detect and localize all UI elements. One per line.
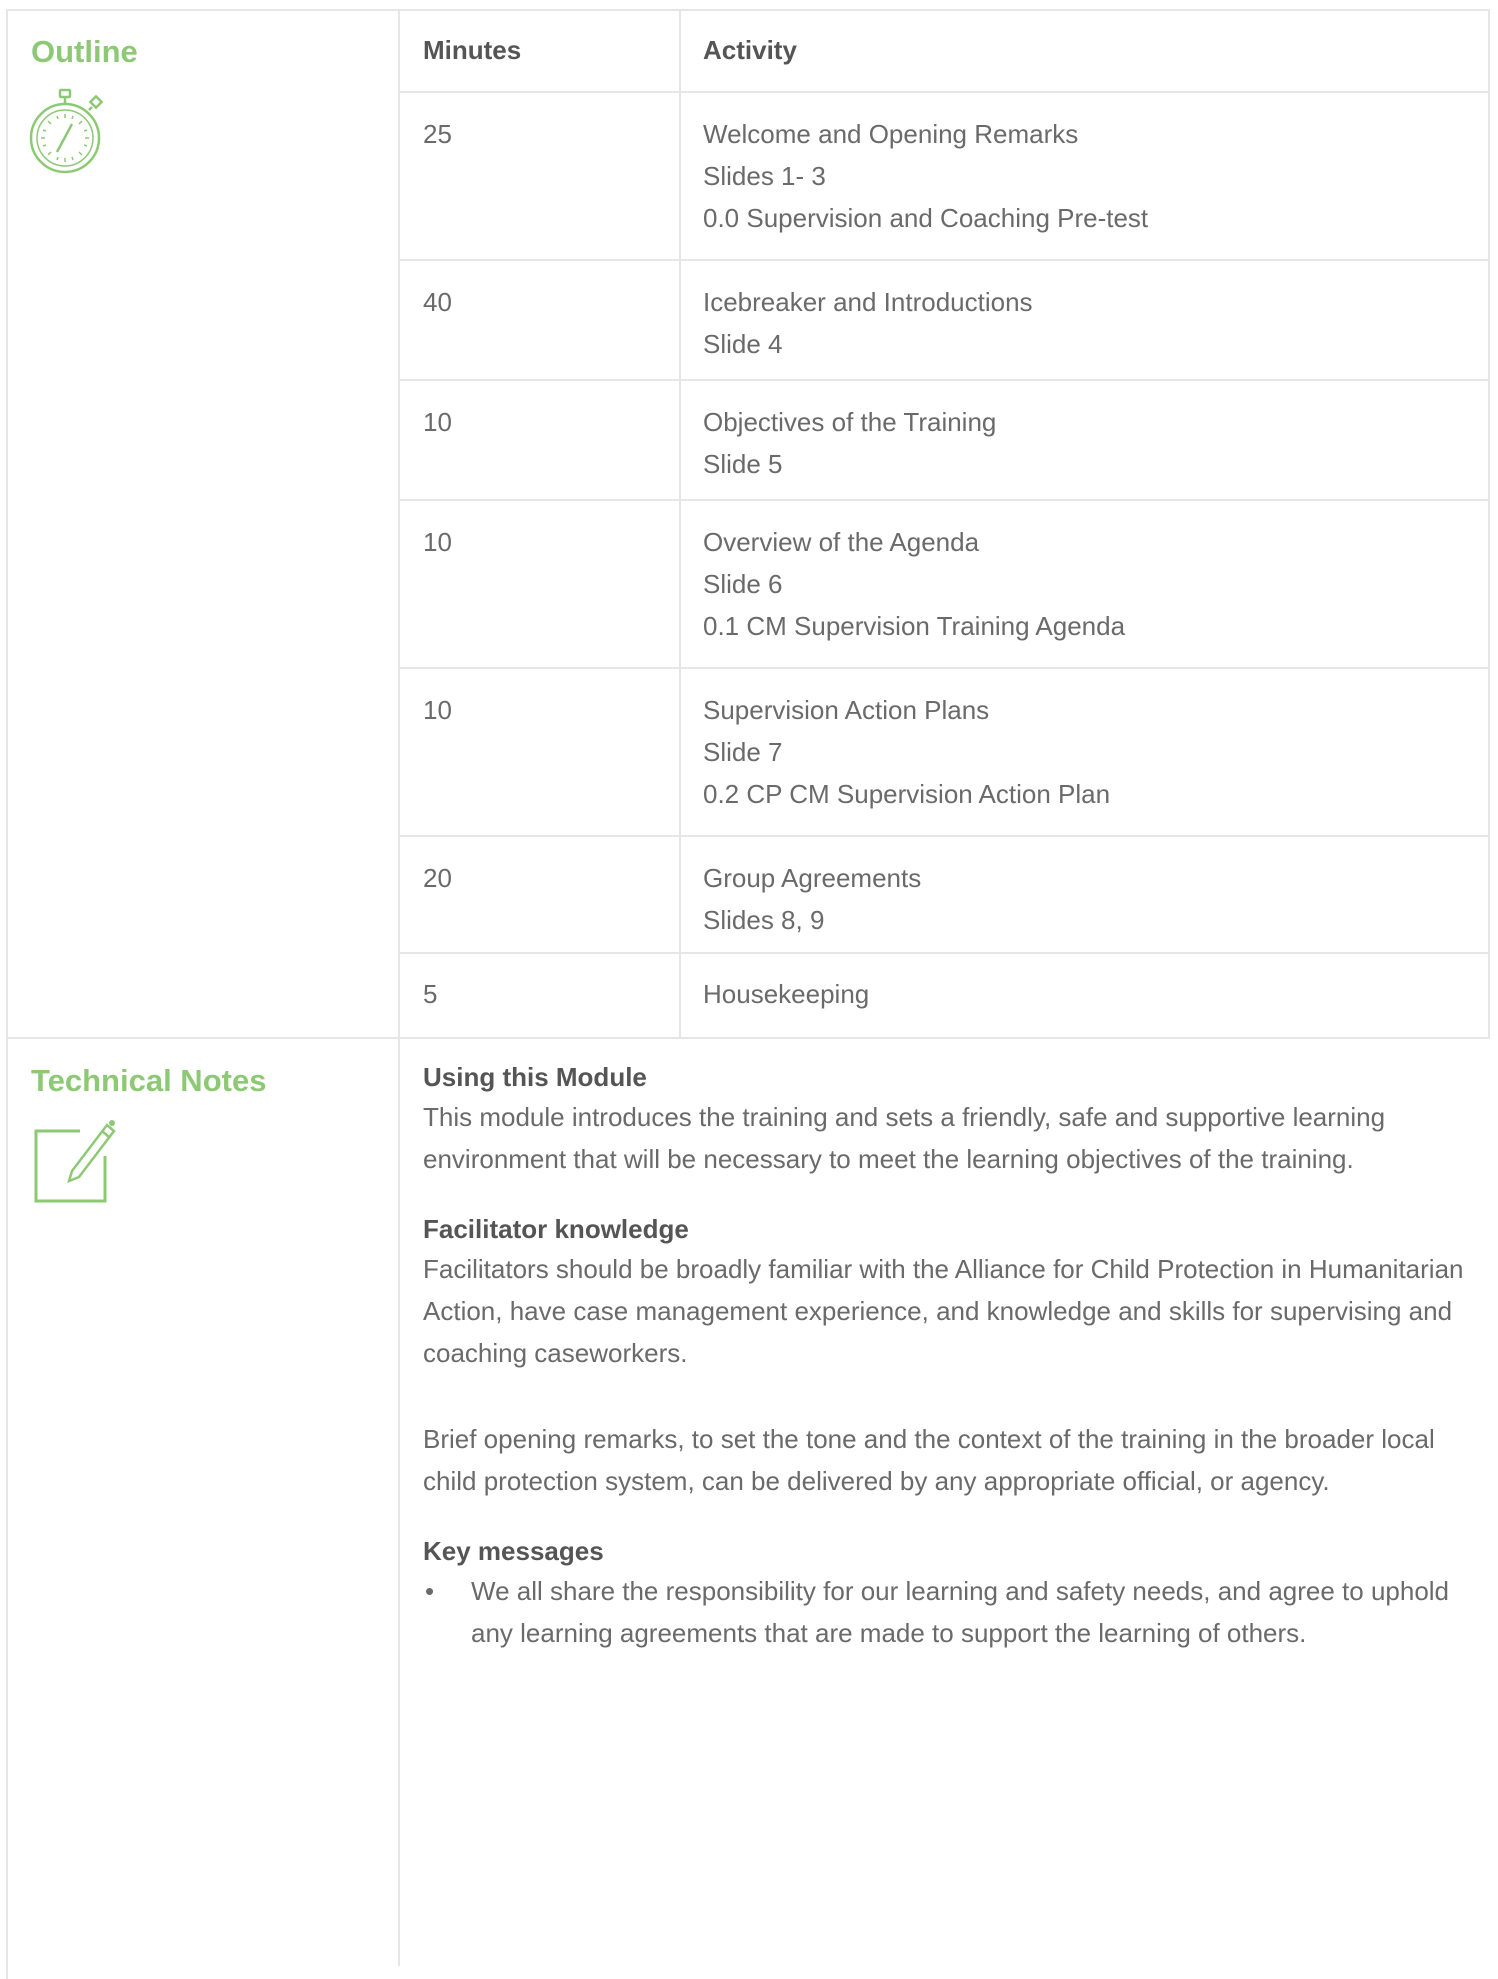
technical-notes-body: Using this Module This module introduces… <box>423 1058 1468 1654</box>
activity-title: Icebreaker and Introductions <box>703 287 1033 317</box>
activity-slides: Slides 1- 3 <box>703 161 826 191</box>
row-5-minutes: 10 <box>423 695 452 725</box>
row-divider <box>400 952 1490 954</box>
facilitator-knowledge-text: Facilitators should be broadly familiar … <box>423 1254 1464 1368</box>
column-divider-left <box>398 9 400 1966</box>
activity-slides: Slide 6 <box>703 569 783 599</box>
row-divider <box>400 499 1490 501</box>
row-2-minutes: 40 <box>423 287 452 317</box>
technical-notes-title: Technical Notes <box>31 1063 267 1098</box>
activity-handout: 0.0 Supervision and Coaching Pre-test <box>703 203 1149 233</box>
activity-title: Group Agreements <box>703 863 922 893</box>
row-divider <box>400 91 1490 93</box>
row-3-activity: Objectives of the Training Slide 5 <box>703 401 996 485</box>
opening-remarks-text: Brief opening remarks, to set the tone a… <box>423 1424 1435 1496</box>
activity-slides: Slide 5 <box>703 449 783 479</box>
activity-title: Overview of the Agenda <box>703 527 980 557</box>
activity-handout: 0.1 CM Supervision Training Agenda <box>703 611 1126 641</box>
activity-title: Welcome and Opening Remarks <box>703 119 1079 149</box>
row-1-activity: Welcome and Opening Remarks Slides 1- 3 … <box>703 113 1148 239</box>
activity-slides: Slides 8, 9 <box>703 905 825 935</box>
row-1-minutes: 25 <box>423 119 452 149</box>
edit-note-icon <box>34 1120 116 1203</box>
activity-title: Supervision Action Plans <box>703 695 990 725</box>
row-divider <box>400 835 1490 837</box>
using-module-heading: Using this Module <box>423 1062 647 1092</box>
stopwatch-icon <box>29 88 104 174</box>
activity-title: Housekeeping <box>703 979 870 1009</box>
key-message-text: We all share the responsibility for our … <box>471 1576 1450 1648</box>
header-minutes: Minutes <box>423 35 522 65</box>
row-4-activity: Overview of the Agenda Slide 6 0.1 CM Su… <box>703 521 1125 647</box>
row-4-minutes: 10 <box>423 527 452 557</box>
row-3-minutes: 10 <box>423 407 452 437</box>
row-5-activity: Supervision Action Plans Slide 7 0.2 CP … <box>703 689 1110 815</box>
facilitator-knowledge-heading: Facilitator knowledge <box>423 1214 689 1244</box>
activity-title: Objectives of the Training <box>703 407 997 437</box>
row-divider <box>400 379 1490 381</box>
key-messages-heading: Key messages <box>423 1536 604 1566</box>
row-divider <box>400 259 1490 261</box>
using-module-text: This module introduces the training and … <box>423 1102 1386 1174</box>
row-2-activity: Icebreaker and Introductions Slide 4 <box>703 281 1033 365</box>
row-6-activity: Group Agreements Slides 8, 9 <box>703 857 921 941</box>
bullet-icon: • <box>425 1576 435 1606</box>
row-7-minutes: 5 <box>423 979 438 1009</box>
section-divider <box>6 1037 1490 1039</box>
activity-slides: Slide 7 <box>703 737 783 767</box>
activity-handout: 0.2 CP CM Supervision Action Plan <box>703 779 1111 809</box>
column-divider-table <box>679 9 681 1039</box>
row-divider <box>400 667 1490 669</box>
outline-title: Outline <box>31 34 138 69</box>
table-right-border <box>1488 9 1490 1039</box>
key-message-item: • We all share the responsibility for ou… <box>423 1570 1468 1654</box>
header-activity: Activity <box>703 35 797 65</box>
row-6-minutes: 20 <box>423 863 452 893</box>
activity-slides: Slide 4 <box>703 329 783 359</box>
row-7-activity: Housekeeping <box>703 973 869 1015</box>
